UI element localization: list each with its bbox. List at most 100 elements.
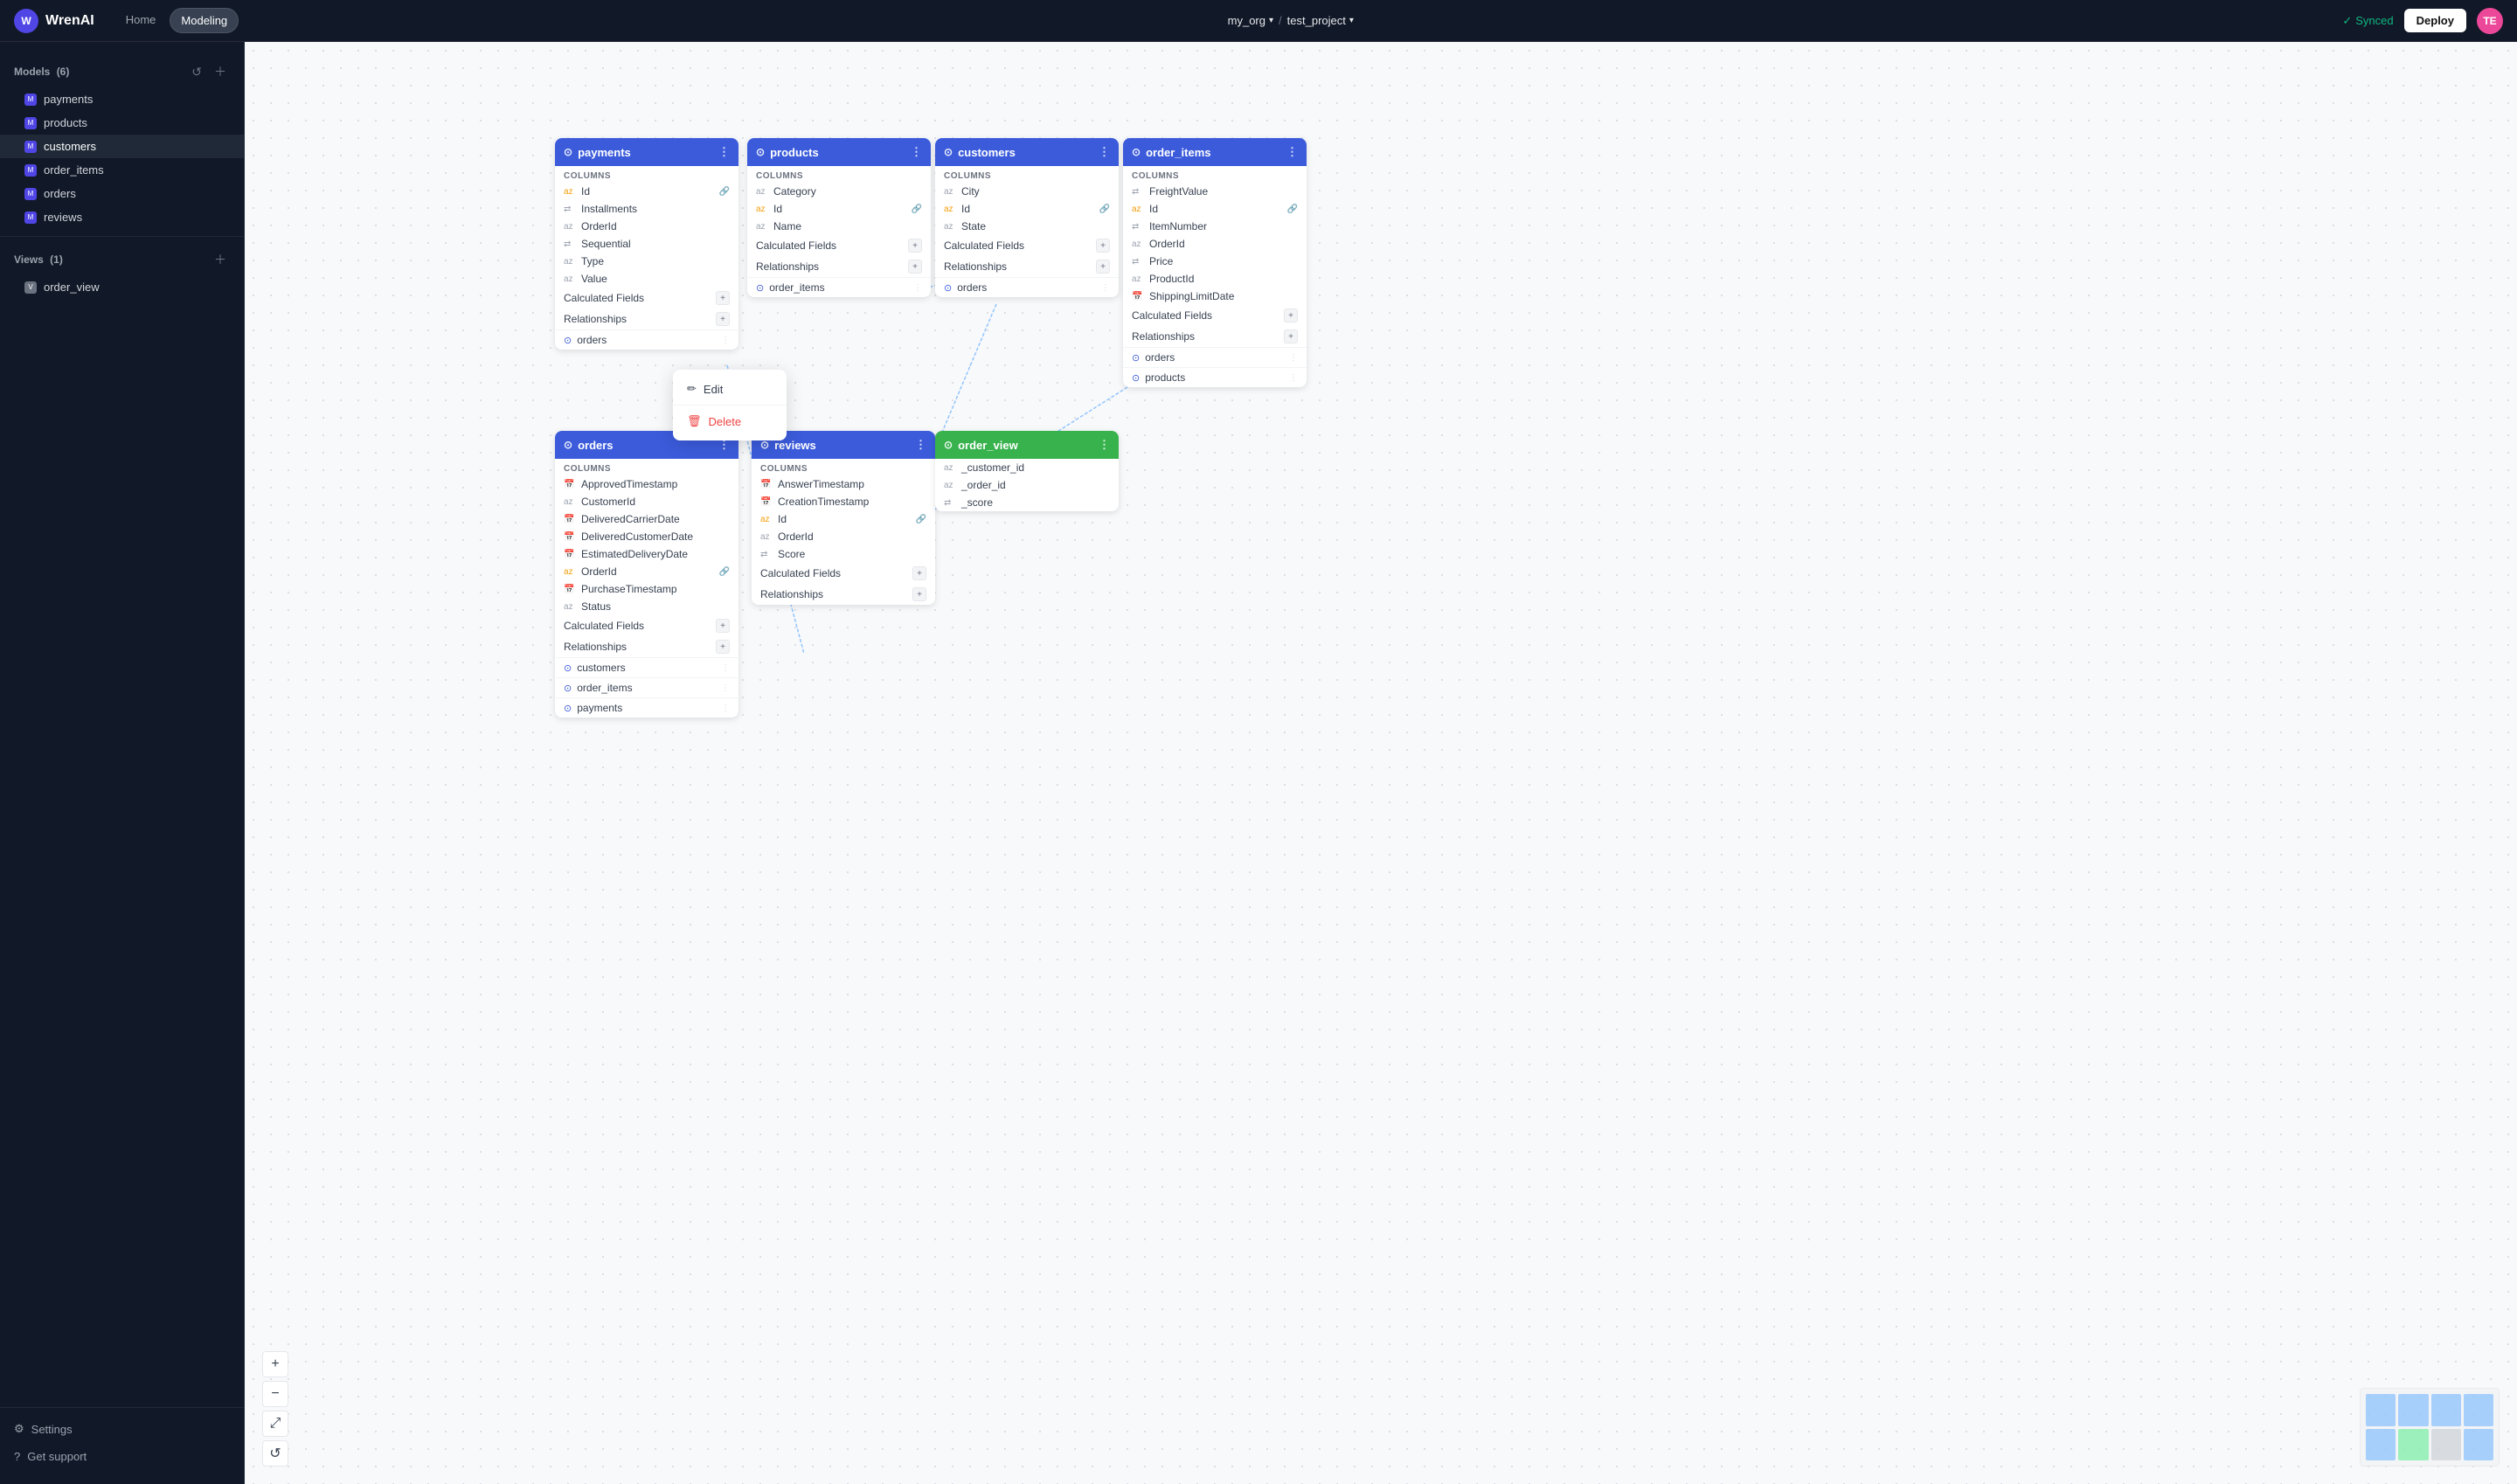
key-icon: az <box>756 205 768 214</box>
edit-menu-item[interactable]: ✏ Edit <box>673 375 787 403</box>
customers-menu-button[interactable]: ⋮ <box>1099 145 1110 159</box>
related-icon3: ⊙ <box>564 703 572 714</box>
refresh-button[interactable]: ↺ <box>262 1440 288 1467</box>
nav-links: Home Modeling <box>115 8 239 33</box>
products-card-header[interactable]: ⊙ products ⋮ <box>747 138 931 166</box>
nav-modeling[interactable]: Modeling <box>170 8 239 33</box>
field-orders-deliveredcarrier: 📅 DeliveredCarrierDate <box>555 510 738 528</box>
field-oi-id: az Id 🔗 <box>1123 200 1307 218</box>
oi-relationships[interactable]: Relationships + <box>1123 326 1307 347</box>
expand-icon: + <box>1284 309 1298 322</box>
deploy-button[interactable]: Deploy <box>2404 9 2466 32</box>
orders-related-payments[interactable]: ⊙ payments ⋮ <box>555 697 738 718</box>
add-view-button[interactable]: ＋ <box>211 249 230 270</box>
sidebar-item-order_view[interactable]: Vorder_view <box>0 275 244 299</box>
orders-related-order-items[interactable]: ⊙ order_items ⋮ <box>555 677 738 697</box>
logo: W WrenAI <box>14 9 94 33</box>
check-icon: ✓ <box>2342 14 2352 28</box>
orders-related-customers[interactable]: ⊙ customers ⋮ <box>555 657 738 677</box>
sidebar-item-order_items[interactable]: Morder_items <box>0 158 244 182</box>
zoom-in-button[interactable]: + <box>262 1351 288 1377</box>
sidebar-item-payments[interactable]: Mpayments <box>0 87 244 111</box>
minimap[interactable] <box>2360 1388 2500 1467</box>
order-items-columns-label: Columns <box>1123 166 1307 183</box>
customers-calc-fields[interactable]: Calculated Fields + <box>935 235 1119 256</box>
related-dots[interactable]: ⋮ <box>913 283 922 293</box>
logo-icon: W <box>14 9 38 33</box>
related-dots2[interactable]: ⋮ <box>721 683 730 693</box>
support-item[interactable]: ? Get support <box>0 1443 244 1470</box>
order-items-card-header[interactable]: ⊙ order_items ⋮ <box>1123 138 1307 166</box>
orders-relationships[interactable]: Relationships + <box>555 636 738 657</box>
oi-calc-fields[interactable]: Calculated Fields + <box>1123 305 1307 326</box>
related-dots[interactable]: ⋮ <box>721 663 730 673</box>
sidebar-divider <box>0 236 244 237</box>
payments-card-header[interactable]: ⊙ payments ⋮ <box>555 138 738 166</box>
products-menu-button[interactable]: ⋮ <box>911 145 922 159</box>
reviews-card: ⊙ reviews ⋮ Columns 📅 AnswerTimestamp 📅 … <box>752 431 935 605</box>
settings-icon: ⚙ <box>14 1422 24 1436</box>
breadcrumb-project[interactable]: test_project ▾ <box>1287 14 1354 27</box>
field-orders-approved: 📅 ApprovedTimestamp <box>555 475 738 493</box>
reviews-calc-fields[interactable]: Calculated Fields + <box>752 563 935 584</box>
products-related-order-items[interactable]: ⊙ order_items ⋮ <box>747 277 931 297</box>
settings-item[interactable]: ⚙ Settings <box>0 1415 244 1443</box>
payments-calc-fields[interactable]: Calculated Fields + <box>555 288 738 309</box>
sidebar-item-customers[interactable]: Mcustomers <box>0 135 244 158</box>
calc-label: Calculated Fields <box>756 239 836 252</box>
customers-related-orders[interactable]: ⊙ orders ⋮ <box>935 277 1119 297</box>
payments-menu-button[interactable]: ⋮ <box>718 145 730 159</box>
add-model-button[interactable]: ＋ <box>211 61 230 82</box>
related-dots2[interactable]: ⋮ <box>1289 373 1298 383</box>
expand-icon2: + <box>716 312 730 326</box>
field-reviews-score: ⇄ Score <box>752 545 935 563</box>
canvas[interactable]: ⊙ payments ⋮ Columns az Id 🔗 ⇄ Installme… <box>245 42 2517 1484</box>
reviews-relationships[interactable]: Relationships + <box>752 584 935 605</box>
refresh-models-button[interactable]: ↺ <box>188 61 205 82</box>
rel-label: Relationships <box>756 260 819 273</box>
products-relationships[interactable]: Relationships + <box>747 256 931 277</box>
sidebar-item-reviews[interactable]: Mreviews <box>0 205 244 229</box>
orders-calc-fields[interactable]: Calculated Fields + <box>555 615 738 636</box>
oi-related-orders[interactable]: ⊙ orders ⋮ <box>1123 347 1307 367</box>
minimap-block-4 <box>2464 1394 2493 1426</box>
expand-icon2: + <box>908 260 922 274</box>
az-icon: az <box>944 187 956 197</box>
sidebar-item-products[interactable]: Mproducts <box>0 111 244 135</box>
field-ov-order-id: az _order_id <box>935 476 1119 494</box>
related-dots[interactable]: ⋮ <box>721 336 730 345</box>
field-payments-id: az Id 🔗 <box>555 183 738 200</box>
az2-icon: az <box>564 602 576 612</box>
related-icon: ⊙ <box>564 662 572 674</box>
fit-button[interactable]: ⤢ <box>262 1411 288 1437</box>
oi-related-products[interactable]: ⊙ products ⋮ <box>1123 367 1307 387</box>
avatar[interactable]: TE <box>2477 8 2503 34</box>
zoom-out-button[interactable]: − <box>262 1381 288 1407</box>
num2-icon: ⇄ <box>1132 222 1144 232</box>
payments-related-orders[interactable]: ⊙ orders ⋮ <box>555 329 738 350</box>
sidebar-item-orders[interactable]: Morders <box>0 182 244 205</box>
nav-home[interactable]: Home <box>115 8 167 33</box>
customers-relationships[interactable]: Relationships + <box>935 256 1119 277</box>
expand-icon: + <box>716 619 730 633</box>
related-dots[interactable]: ⋮ <box>1101 283 1110 293</box>
order-view-menu-button[interactable]: ⋮ <box>1099 438 1110 452</box>
products-calc-fields[interactable]: Calculated Fields + <box>747 235 931 256</box>
breadcrumb-org[interactable]: my_org ▾ <box>1228 14 1273 27</box>
order-items-menu-button[interactable]: ⋮ <box>1286 145 1298 159</box>
reviews-menu-button[interactable]: ⋮ <box>915 438 926 452</box>
related-dots[interactable]: ⋮ <box>1289 353 1298 363</box>
delete-menu-item[interactable]: 🗑 Delete <box>673 407 787 435</box>
order-view-card-header[interactable]: ⊙ order_view ⋮ <box>935 431 1119 459</box>
payments-relationships[interactable]: Relationships + <box>555 309 738 329</box>
field-payments-sequential: ⇄ Sequential <box>555 235 738 253</box>
order-items-card: ⊙ order_items ⋮ Columns ⇄ FreightValue a… <box>1123 138 1307 387</box>
key-icon: az <box>1132 205 1144 214</box>
num-icon: ⇄ <box>1132 187 1144 197</box>
expand-icon2: + <box>912 587 926 601</box>
products-icon: ⊙ <box>756 146 765 158</box>
customers-card-header[interactable]: ⊙ customers ⋮ <box>935 138 1119 166</box>
payments-columns-label: Columns <box>555 166 738 183</box>
num2-icon: ⇄ <box>564 239 576 249</box>
related-dots3[interactable]: ⋮ <box>721 704 730 713</box>
